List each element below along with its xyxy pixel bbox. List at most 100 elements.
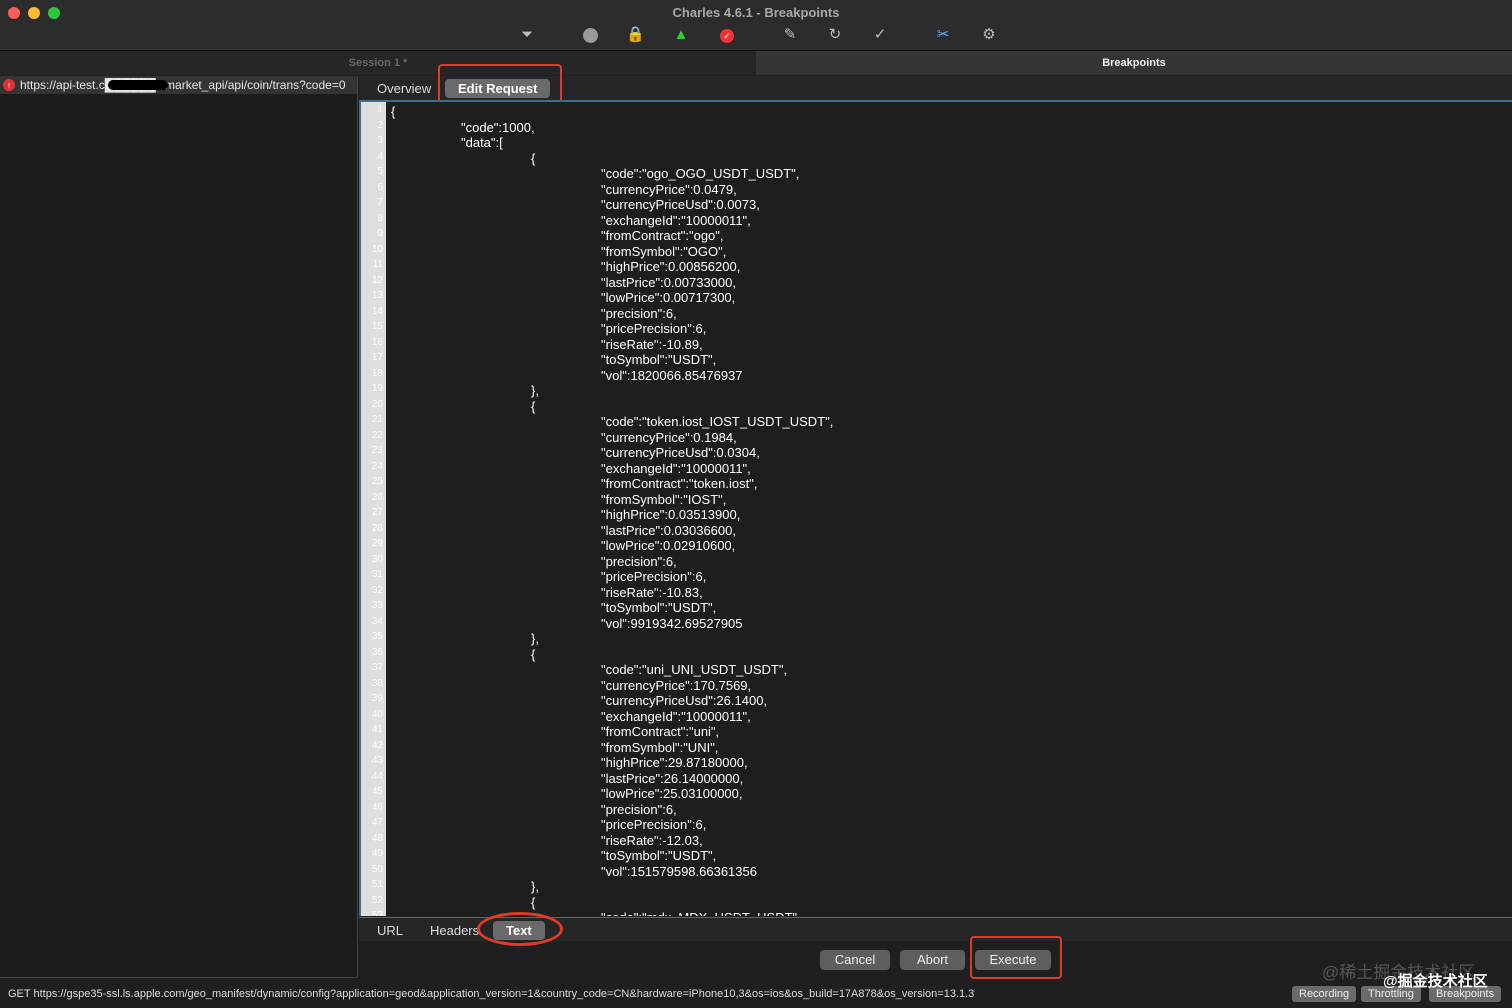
- request-row[interactable]: ↑ https://api-test.c██████s/market_api/a…: [0, 76, 357, 94]
- line-number: 46: [371, 801, 383, 813]
- line-number: 51: [371, 879, 383, 890]
- line-number: 37: [371, 662, 383, 673]
- code-line: "code":"ogo_OGO_USDT_USDT",: [391, 166, 800, 181]
- code-line: "pricePrecision":6,: [391, 321, 707, 336]
- code-line: {: [391, 398, 536, 414]
- request-url: https://api-test.c██████s/market_api/api…: [20, 78, 346, 92]
- window-title: Charles 4.6.1 - Breakpoints: [672, 5, 840, 20]
- code-line: "lowPrice":0.02910600,: [391, 538, 736, 553]
- settings-gear-icon[interactable]: ⚙: [980, 26, 998, 44]
- code-line: "highPrice":0.03513900,: [391, 507, 741, 522]
- line-number: 4: [377, 150, 383, 162]
- code-line: "pricePrecision":6,: [391, 569, 707, 584]
- code-line: "vol":1820066.85476937: [391, 367, 743, 383]
- abort-button[interactable]: Abort: [900, 950, 965, 970]
- line-number: 50: [371, 863, 383, 875]
- line-number: 21: [371, 414, 383, 425]
- code-line: "riseRate":-10.83,: [391, 584, 703, 600]
- code-line: "vol":9919342.69527905: [391, 615, 743, 631]
- line-number: 12: [371, 274, 383, 286]
- cancel-button[interactable]: Cancel: [820, 950, 890, 970]
- tab-url[interactable]: URL: [364, 921, 416, 940]
- line-number: 1: [377, 104, 383, 115]
- code-line: "currencyPriceUsd":26.1400,: [391, 693, 768, 708]
- code-line: "toSymbol":"USDT",: [391, 600, 717, 615]
- line-number: 16: [371, 336, 383, 348]
- line-number-gutter: 1 2 3 4 5 6 7 8 9 10 11 12 13 14 15 16 17 18 19 20 21 22 23 24 2…: [361, 102, 386, 916]
- line-number: 33: [371, 600, 383, 611]
- code-line: "lastPrice":0.03036600,: [391, 522, 736, 538]
- code-line: "riseRate":-12.03,: [391, 832, 703, 848]
- code-line: "toSymbol":"USDT",: [391, 848, 717, 863]
- code-line: {: [391, 646, 536, 662]
- code-line: "currencyPrice":0.0479,: [391, 181, 737, 197]
- tab-session[interactable]: Session 1 *: [0, 51, 756, 75]
- line-number: 29: [371, 538, 383, 549]
- compose-pen-icon[interactable]: ✎: [781, 26, 799, 44]
- line-number: 14: [371, 305, 383, 317]
- code-line: "code":"mdx_MDX_USDT_USDT": [391, 910, 833, 916]
- line-number: 47: [371, 817, 383, 828]
- code-line: "lastPrice":26.14000000,: [391, 770, 744, 786]
- watermark: @掘金技术社区: [1383, 973, 1488, 990]
- line-number: 32: [371, 584, 383, 596]
- code-line: "exchangeId":"10000011",: [391, 212, 751, 228]
- record-icon[interactable]: [581, 26, 599, 44]
- code-line: "exchangeId":"10000011",: [391, 708, 751, 724]
- validate-check-icon[interactable]: ✓: [871, 26, 889, 44]
- breakpoint-icon: ↑: [3, 79, 15, 91]
- code-line: "highPrice":29.87180000,: [391, 755, 748, 770]
- code-line: "toSymbol":"USDT",: [391, 352, 717, 367]
- throttle-turtle-icon[interactable]: ▲: [672, 26, 690, 44]
- line-number: 34: [371, 615, 383, 627]
- line-number: 39: [371, 693, 383, 704]
- line-number: 44: [371, 770, 383, 782]
- line-number: 6: [377, 181, 383, 193]
- recording-button[interactable]: Recording: [1292, 986, 1357, 1002]
- line-number: 45: [371, 786, 383, 797]
- code-line: {: [391, 150, 536, 166]
- line-number: 10: [371, 243, 383, 255]
- code-line: "code":"token.iost_IOST_USDT_USDT",: [391, 414, 834, 429]
- line-number: 31: [371, 569, 383, 580]
- line-number: 25: [371, 476, 383, 487]
- code-line: "data":[: [391, 135, 503, 150]
- code-line: "precision":6,: [391, 553, 677, 569]
- tools-icon[interactable]: ✂: [934, 26, 952, 44]
- code-line: "currencyPriceUsd":0.0073,: [391, 197, 760, 212]
- code-line: "code":1000,: [391, 119, 535, 135]
- tab-overview[interactable]: Overview: [364, 79, 444, 98]
- line-number: 36: [371, 646, 383, 658]
- request-body-editor[interactable]: 1 2 3 4 5 6 7 8 9 10 11 12 13 14 15 16 17 18 19 20 21 22 23 24 2…: [359, 100, 1512, 916]
- code-line: "exchangeId":"10000011",: [391, 460, 751, 476]
- code-line: "riseRate":-10.89,: [391, 336, 703, 352]
- code-text[interactable]: { "code":1000, "data":[ { "code":"ogo_OG…: [391, 104, 833, 916]
- line-number: 19: [371, 383, 383, 394]
- line-number: 40: [371, 708, 383, 720]
- tab-breakpoints[interactable]: Breakpoints: [756, 51, 1512, 75]
- code-line: "fromContract":"uni",: [391, 724, 720, 739]
- title-bar: Charles 4.6.1 - Breakpoints ⏷ 🔒 ▲ ✓ ✎ ↻ …: [0, 0, 1512, 50]
- line-number: 35: [371, 631, 383, 642]
- line-number: 27: [371, 507, 383, 518]
- line-number: 49: [371, 848, 383, 859]
- repeat-icon[interactable]: ↻: [826, 26, 844, 44]
- code-line: },: [391, 879, 539, 894]
- code-line: "highPrice":0.00856200,: [391, 259, 741, 274]
- code-line: "currencyPrice":0.1984,: [391, 429, 737, 445]
- line-number: 22: [371, 429, 383, 441]
- code-line: "lowPrice":25.03100000,: [391, 786, 743, 801]
- code-line: "precision":6,: [391, 801, 677, 817]
- line-number: 20: [371, 398, 383, 410]
- code-line: "currencyPrice":170.7569,: [391, 677, 752, 693]
- ssl-lock-icon[interactable]: 🔒: [626, 26, 645, 44]
- code-line: "fromSymbol":"OGO",: [391, 243, 727, 259]
- code-line: "precision":6,: [391, 305, 677, 321]
- breakpoint-icon[interactable]: ✓: [718, 26, 736, 44]
- line-number: 52: [371, 894, 383, 906]
- request-list: ↑ https://api-test.c██████s/market_api/a…: [0, 76, 358, 978]
- code-line: {: [391, 104, 396, 119]
- broom-icon[interactable]: ⏷: [518, 26, 536, 44]
- line-number: 9: [377, 228, 383, 239]
- line-number: 48: [371, 832, 383, 844]
